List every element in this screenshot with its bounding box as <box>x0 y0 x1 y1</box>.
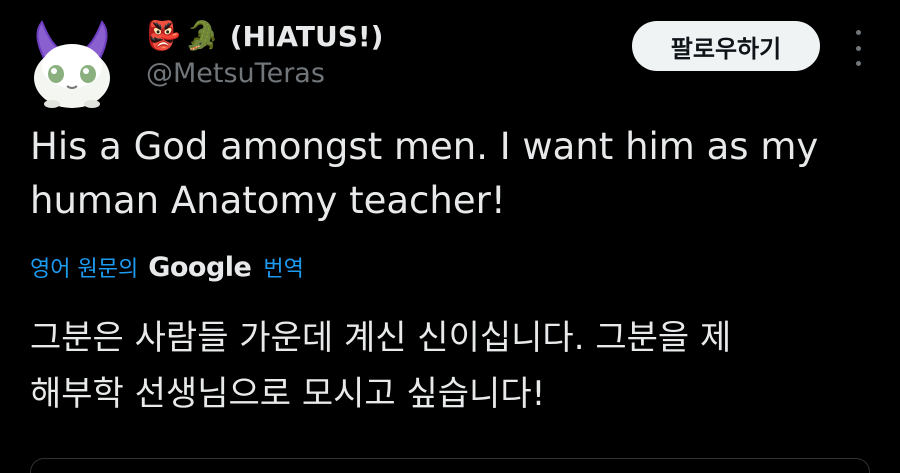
embedded-card-edge <box>30 458 870 473</box>
translation-prefix[interactable]: 영어 원문의 <box>30 251 138 283</box>
crocodile-emoji-icon: 🐊 <box>184 19 220 52</box>
tweet-text-line: human Anatomy teacher! <box>30 179 506 222</box>
author-handle[interactable]: @MetsuTeras <box>146 58 325 89</box>
dot <box>855 45 861 51</box>
translation-suffix[interactable]: 번역 <box>263 251 303 283</box>
dot <box>855 30 861 35</box>
translated-text-line: 해부학 선생님으로 모시고 싶습니다! <box>30 374 546 414</box>
author-name-row[interactable]: 👺 🐊 (HIATUS!) <box>146 16 383 56</box>
translated-text: 그분은 사람들 가운데 계신 신이십니다. 그분을 제 해부학 선생님으로 모시… <box>30 310 870 422</box>
tweet-text-line: His a God amongst men. I want him as my <box>30 125 819 168</box>
google-logo: Google <box>148 251 252 283</box>
dot <box>855 61 861 66</box>
translation-attribution[interactable]: 영어 원문의 Google 번역 <box>30 248 304 286</box>
translated-text-line: 그분은 사람들 가운데 계신 신이십니다. 그분을 제 <box>30 318 732 358</box>
more-dots-icon[interactable] <box>848 30 868 66</box>
tweet-text: His a God amongst men. I want him as my … <box>30 120 870 228</box>
ogre-emoji-icon: 👺 <box>146 19 181 52</box>
avatar[interactable] <box>22 14 122 114</box>
follow-button[interactable]: 팔로우하기 <box>632 21 820 71</box>
display-name[interactable]: (HIATUS!) <box>230 20 384 53</box>
